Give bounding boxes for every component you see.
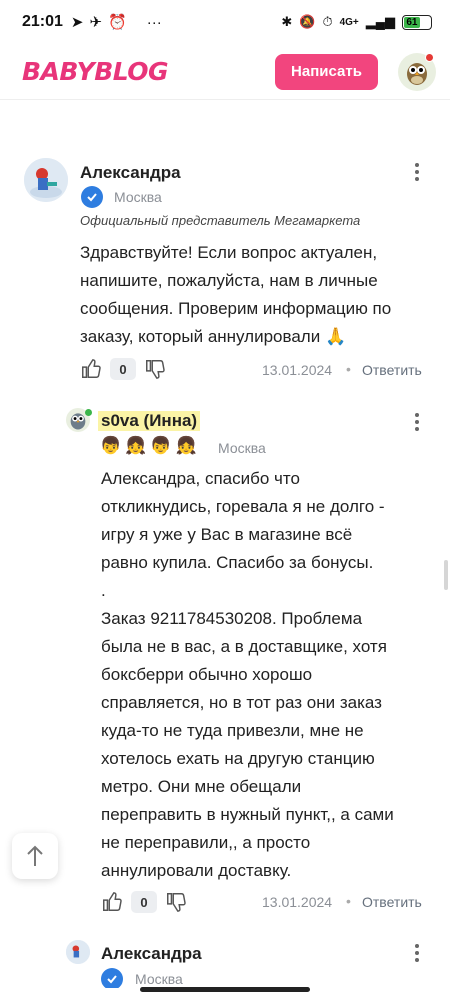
like-count: 0 xyxy=(131,891,157,913)
comment-text: Здравствуйте! Если вопрос актуален, напи… xyxy=(80,243,392,346)
like-icon[interactable] xyxy=(101,891,123,913)
status-bar: 21:01 ➤ ✈ ⏰ ··· ✱ 🔕 ⏱ 4G+ ▂▄▆ 61 xyxy=(0,0,450,44)
avatar[interactable] xyxy=(66,940,90,964)
comment-date: 13.01.2024 xyxy=(262,894,333,910)
notification-dot xyxy=(425,52,434,62)
comment-city: Москва xyxy=(114,189,162,205)
separator-dot: • xyxy=(346,361,351,377)
site-logo[interactable]: BABYBLOG xyxy=(22,57,169,86)
comment-city: Москва xyxy=(135,971,183,987)
battery-level: 61 xyxy=(404,16,420,28)
like-count: 0 xyxy=(110,358,136,380)
comment-city: Москва xyxy=(218,440,266,456)
vote-controls: 0 xyxy=(80,358,166,380)
network-label: 4G+ xyxy=(339,16,359,28)
clock: 21:01 xyxy=(22,13,63,30)
telegram-icon: ➤ xyxy=(70,14,84,31)
more-options-icon[interactable] xyxy=(414,413,420,431)
comment-author[interactable]: s0va (Инна) xyxy=(98,411,201,431)
dislike-icon[interactable] xyxy=(165,891,187,913)
verified-icon xyxy=(101,968,123,988)
more-icon: ··· xyxy=(146,13,162,31)
comment-author[interactable]: Александра xyxy=(80,163,181,183)
comment-reply: s0va (Инна) 👦👧👦👧 Москва Александра, спас… xyxy=(0,405,450,925)
children-emojis: 👦👧👦👧 xyxy=(100,436,201,455)
alarm-status-icon: ⏱ xyxy=(322,14,333,29)
write-button[interactable]: Написать xyxy=(275,53,378,90)
arrow-up-icon xyxy=(27,845,43,866)
verified-icon xyxy=(81,186,103,208)
more-options-icon[interactable] xyxy=(414,163,420,181)
avatar[interactable] xyxy=(24,158,68,202)
mute-icon: 🔕 xyxy=(299,14,316,29)
avatar-image xyxy=(66,940,90,964)
site-header: BABYBLOG Написать xyxy=(0,44,450,100)
comment-date: 13.01.2024 xyxy=(262,362,333,378)
home-indicator[interactable] xyxy=(140,987,310,992)
scroll-to-top-button[interactable] xyxy=(12,833,58,879)
more-options-icon[interactable] xyxy=(414,944,420,962)
scrollbar[interactable] xyxy=(444,560,448,590)
like-icon[interactable] xyxy=(80,358,102,380)
bluetooth-icon: ✱ xyxy=(281,14,293,29)
reply-button[interactable]: Ответить xyxy=(362,894,422,910)
dislike-icon[interactable] xyxy=(144,358,166,380)
send-icon: ✈ xyxy=(89,14,103,31)
avatar-image xyxy=(24,158,68,202)
reply-button[interactable]: Ответить xyxy=(362,362,422,378)
online-indicator xyxy=(85,409,92,416)
comment-author[interactable]: Александра xyxy=(101,944,202,964)
alarm-icon: ⏰ xyxy=(108,14,127,31)
comment-text: Александра, спасибо что откликнудись, го… xyxy=(101,469,394,880)
user-avatar[interactable] xyxy=(398,52,436,91)
signal-icon: ▂▄▆ xyxy=(365,14,395,29)
comment-role: Официальный представитель Мегамаркета xyxy=(80,213,361,228)
vote-controls: 0 xyxy=(101,891,187,913)
battery-icon: 61 xyxy=(402,14,432,30)
comment: Александра Москва Официальный представит… xyxy=(0,155,450,390)
comment-reply: Александра Москва xyxy=(0,938,450,988)
separator-dot: • xyxy=(346,893,351,909)
